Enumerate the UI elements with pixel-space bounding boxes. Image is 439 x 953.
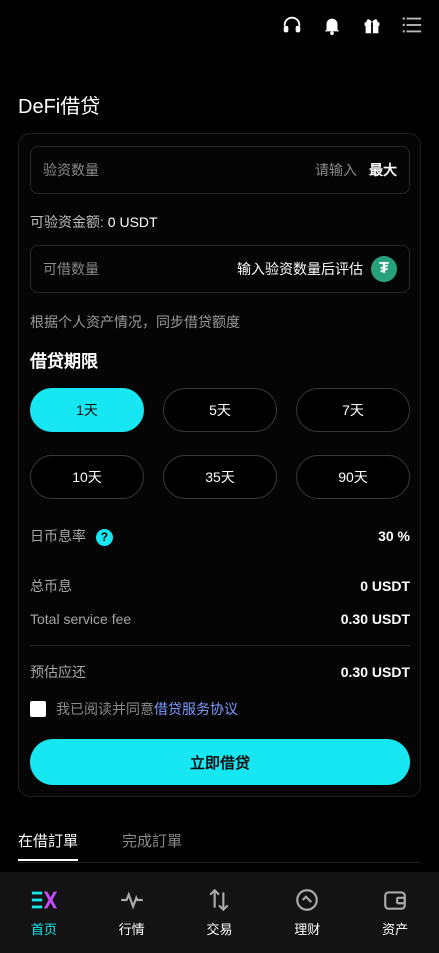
total-interest-value: 0 USDT bbox=[360, 578, 410, 594]
nav-finance-label: 理财 bbox=[294, 922, 321, 937]
tether-icon: ₮ bbox=[371, 256, 397, 282]
agreement-checkbox[interactable] bbox=[30, 701, 46, 717]
max-button[interactable]: 最大 bbox=[369, 160, 397, 180]
bottom-nav: 首页 行情 交易 理财 资产 bbox=[0, 872, 439, 953]
loan-period-title: 借贷期限 bbox=[30, 352, 98, 371]
swap-icon bbox=[210, 888, 229, 912]
top-bar bbox=[281, 14, 423, 36]
expected-repay-label: 预估应还 bbox=[30, 664, 86, 680]
borrow-amount-field[interactable]: 可借数量 输入验资数量后评估 ₮ bbox=[30, 245, 410, 293]
tab-completed-orders[interactable]: 完成訂單 bbox=[122, 830, 182, 861]
nav-assets-label: 资产 bbox=[382, 922, 409, 937]
finance-icon bbox=[296, 889, 319, 911]
borrow-amount-label: 可借数量 bbox=[43, 261, 99, 277]
nav-assets[interactable]: 资产 bbox=[360, 887, 430, 938]
tab-active-orders[interactable]: 在借訂單 bbox=[18, 830, 79, 861]
period-option-10d[interactable]: 10天 bbox=[30, 455, 144, 499]
expected-repay-value: 0.30 USDT bbox=[340, 664, 410, 680]
loan-card: 验资数量 请输入 最大 可验资金额: 0 USDT 可借数量 输入验资数量后评估… bbox=[18, 133, 421, 797]
invest-amount-placeholder: 请输入 bbox=[315, 162, 357, 178]
nav-market-label: 行情 bbox=[118, 922, 145, 937]
tabs-divider bbox=[18, 862, 421, 863]
period-option-5d[interactable]: 5天 bbox=[163, 388, 277, 432]
bell-icon[interactable] bbox=[321, 14, 343, 36]
available-amount: 可验资金额: 0 USDT bbox=[30, 212, 158, 232]
headset-icon[interactable] bbox=[281, 14, 303, 36]
order-tabs: 在借訂單 完成訂單 bbox=[18, 830, 182, 861]
borrow-now-button[interactable]: 立即借贷 bbox=[30, 739, 410, 785]
nav-trade-label: 交易 bbox=[206, 922, 233, 937]
borrow-estimate-hint: 输入验资数量后评估 bbox=[237, 261, 363, 277]
invest-amount-label: 验资数量 bbox=[43, 162, 99, 178]
nav-home-label: 首页 bbox=[30, 922, 57, 937]
help-icon[interactable]: ? bbox=[95, 528, 113, 546]
period-option-7d[interactable]: 7天 bbox=[296, 388, 410, 432]
service-fee-value: 0.30 USDT bbox=[340, 611, 410, 627]
agreement-row: 我已阅读并同意 借贷服务协议 bbox=[30, 699, 238, 719]
credit-note: 根据个人资产情况，同步借贷额度 bbox=[30, 314, 240, 330]
agreement-link[interactable]: 借贷服务协议 bbox=[154, 699, 238, 719]
daily-rate-label: 日币息率 bbox=[30, 528, 86, 544]
total-interest-row: 总币息 0 USDT bbox=[30, 576, 410, 596]
home-logo-icon bbox=[31, 891, 57, 909]
nav-home[interactable]: 首页 bbox=[9, 887, 79, 938]
expected-repay-row: 预估应还 0.30 USDT bbox=[30, 662, 410, 682]
gift-icon[interactable] bbox=[361, 14, 383, 36]
agreement-text: 我已阅读并同意 bbox=[56, 701, 154, 717]
nav-trade[interactable]: 交易 bbox=[184, 887, 254, 938]
menu-icon[interactable] bbox=[401, 14, 423, 36]
page-title: DeFi借贷 bbox=[18, 96, 101, 118]
invest-amount-field[interactable]: 验资数量 请输入 最大 bbox=[30, 146, 410, 194]
daily-rate-value: 30 % bbox=[378, 528, 410, 544]
period-option-90d[interactable]: 90天 bbox=[296, 455, 410, 499]
available-label: 可验资金额: bbox=[30, 214, 104, 230]
pulse-icon bbox=[120, 891, 143, 910]
period-option-1d[interactable]: 1天 bbox=[30, 388, 144, 432]
nav-market[interactable]: 行情 bbox=[97, 887, 167, 938]
available-value: 0 USDT bbox=[107, 214, 158, 230]
service-fee-label: Total service fee bbox=[30, 611, 132, 627]
nav-finance[interactable]: 理财 bbox=[272, 887, 342, 938]
wallet-icon bbox=[384, 891, 406, 910]
service-fee-row: Total service fee 0.30 USDT bbox=[30, 611, 410, 627]
summary-divider bbox=[30, 645, 410, 646]
daily-rate-row: 日币息率 ? 30 % bbox=[30, 526, 410, 546]
period-option-35d[interactable]: 35天 bbox=[163, 455, 277, 499]
total-interest-label: 总币息 bbox=[30, 578, 72, 594]
